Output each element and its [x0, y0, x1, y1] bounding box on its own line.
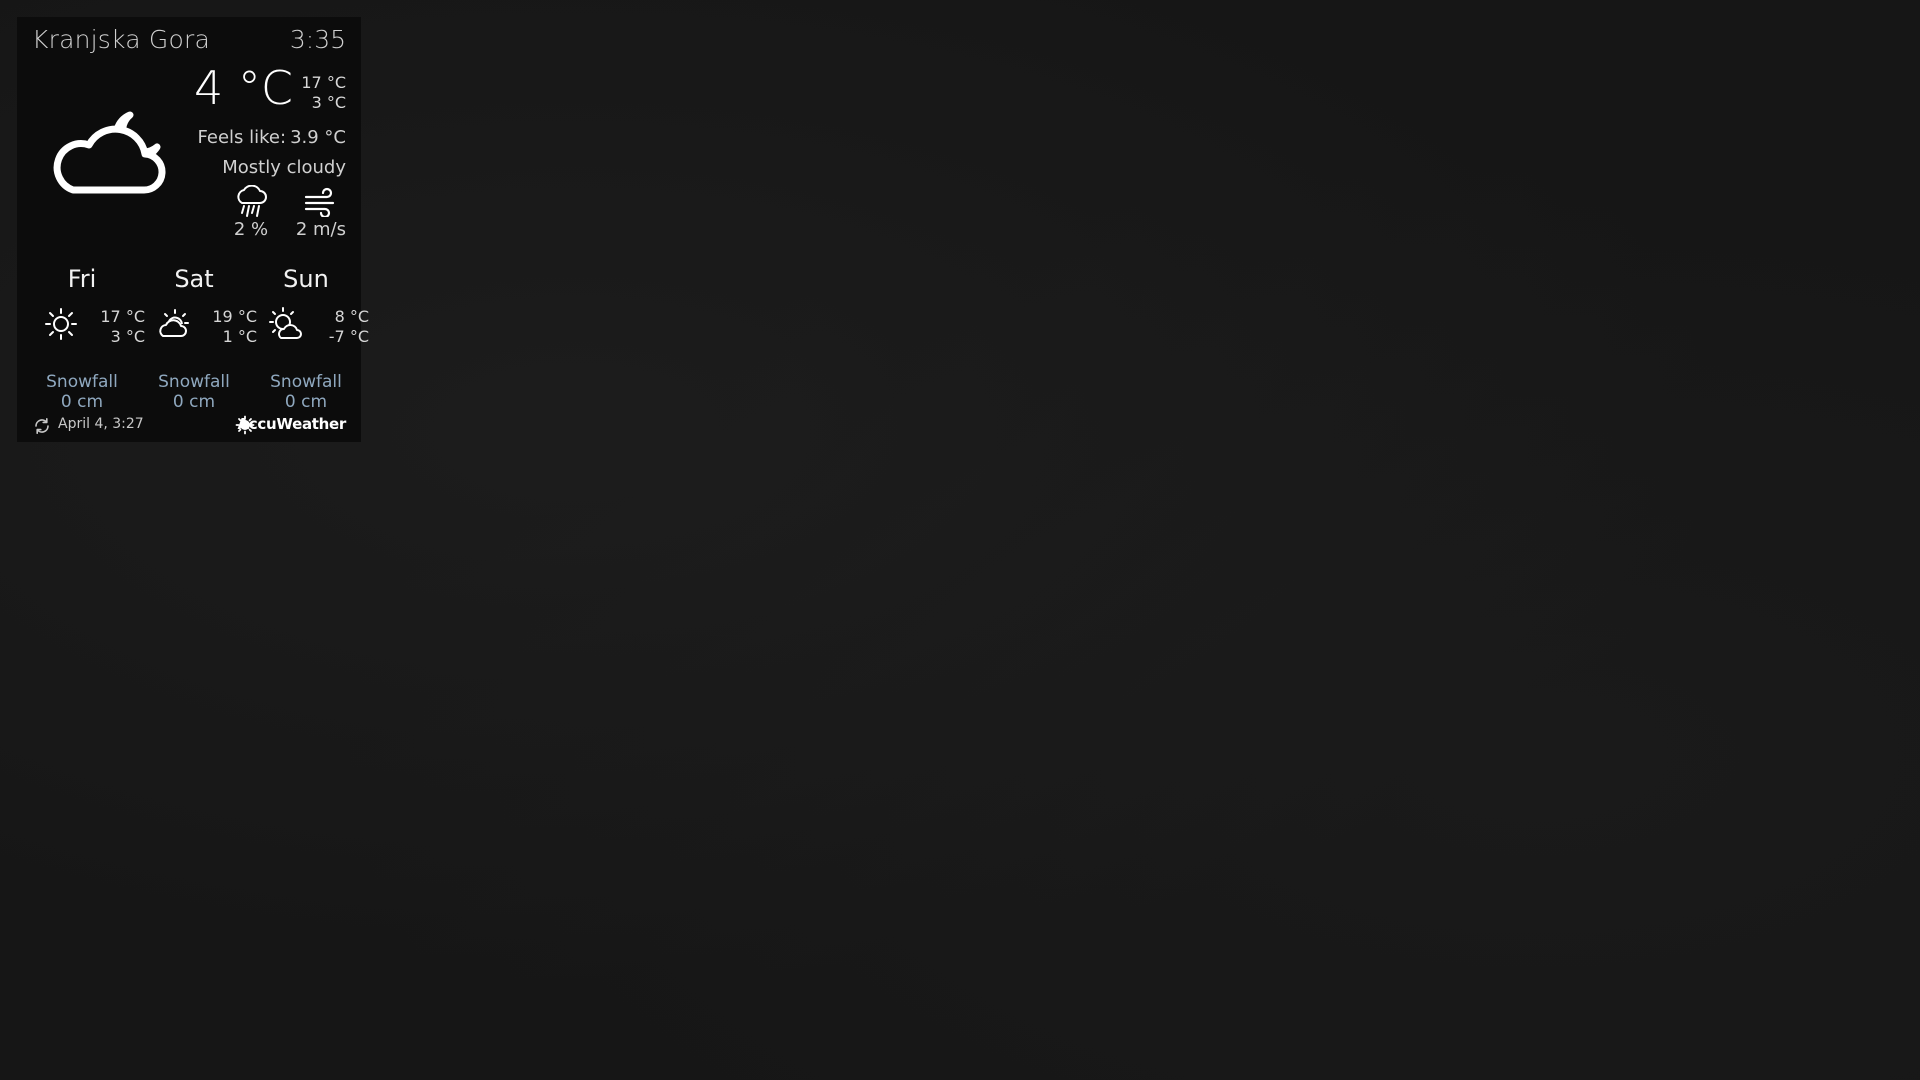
- current-temperature: 4 °C: [193, 61, 293, 115]
- forecast-low: -7 °C: [328, 327, 369, 346]
- forecast-day-sunday: Sun 8 °C -7 °C Snowfall 0 cm: [263, 265, 375, 415]
- refresh-icon[interactable]: [33, 417, 51, 435]
- weather-widget: Kranjska Gora 3:35 4 °C 17 °C 3 °C Feels…: [17, 17, 369, 442]
- forecast-high: 8 °C: [334, 307, 369, 326]
- forecast-low: 3 °C: [110, 327, 145, 346]
- precipitation-chance: 2 %: [233, 219, 269, 240]
- forecast-low: 1 °C: [222, 327, 257, 346]
- today-high-temperature: 17 °C: [301, 73, 346, 92]
- weather-condition: Mostly cloudy: [222, 157, 346, 178]
- forecast-day-saturday: Sat 19 °C 1 °C Snowfall 0 cm: [151, 265, 263, 415]
- snowfall-value: 0 cm: [60, 392, 104, 412]
- accuweather-logo[interactable]: AccuWeather: [238, 415, 347, 433]
- feels-like-value: 3.9 °C: [290, 127, 346, 148]
- current-time: 3:35: [289, 25, 346, 54]
- forecast-high: 17 °C: [100, 307, 145, 326]
- forecast-high: 19 °C: [212, 307, 257, 326]
- partly-cloudy-icon: [159, 309, 189, 337]
- partly-sunny-icon: [269, 307, 302, 339]
- feels-like-label: Feels like:: [197, 127, 287, 148]
- wind-icon: [304, 187, 335, 217]
- snowfall-value: 0 cm: [284, 392, 328, 412]
- last-updated: April 4, 3:27: [58, 416, 144, 432]
- sun-icon: [45, 308, 77, 340]
- wind-speed: 2 m/s: [295, 219, 346, 240]
- location-name: Kranjska Gora: [32, 25, 210, 54]
- forecast-day-friday: Fri 17 °C 3 °C Snowfall 0 cm: [39, 265, 151, 415]
- forecast-day-name: Sun: [283, 265, 329, 293]
- snowfall-label: Snowfall: [46, 372, 118, 392]
- snowfall-value: 0 cm: [172, 392, 216, 412]
- rain-cloud-icon: [237, 185, 267, 217]
- today-low-temperature: 3 °C: [311, 93, 346, 112]
- feels-like: Feels like: 3.9 °C: [198, 127, 346, 148]
- cloud-moon-icon: [53, 111, 166, 194]
- forecast-day-name: Fri: [67, 265, 97, 293]
- snowfall-label: Snowfall: [270, 372, 342, 392]
- forecast-day-name: Sat: [174, 265, 214, 293]
- snowfall-label: Snowfall: [158, 372, 230, 392]
